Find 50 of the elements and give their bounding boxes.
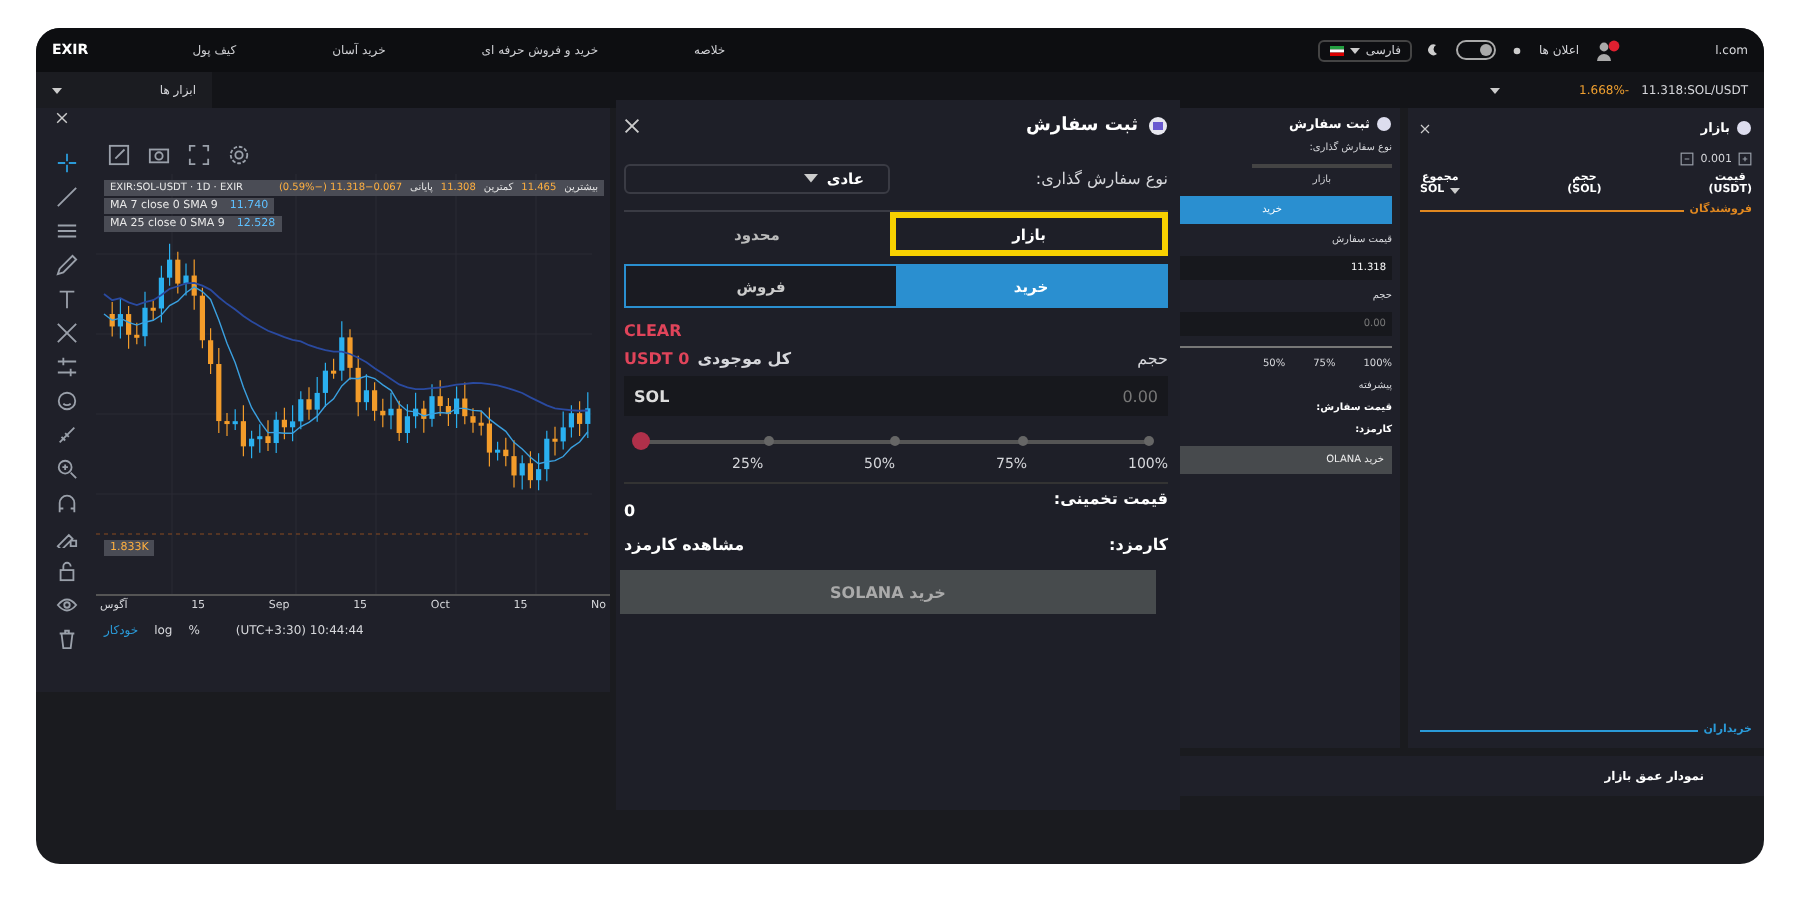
field-label: نوع سفارش گذاری:: [1035, 170, 1168, 188]
slider-thumb[interactable]: [632, 432, 650, 450]
minus-icon[interactable]: [1680, 152, 1695, 166]
lock-icon[interactable]: [55, 560, 77, 582]
eye-icon[interactable]: [55, 594, 77, 616]
plus-icon[interactable]: [1738, 152, 1752, 166]
caret-icon[interactable]: [1450, 187, 1461, 193]
coin-icon: [1736, 120, 1752, 136]
view-fee-link[interactable]: مشاهده کارمزد: [624, 536, 745, 554]
clear-button[interactable]: CLEAR: [624, 322, 682, 340]
user-icon[interactable]: [1595, 39, 1620, 61]
balance-value: USDT 0: [624, 350, 690, 368]
flag-icon: [1329, 45, 1344, 55]
settings-icon[interactable]: [228, 144, 250, 166]
close-icon[interactable]: [624, 118, 640, 134]
camera-icon[interactable]: [148, 144, 170, 166]
unit-label: SOL: [634, 387, 670, 405]
lines-icon[interactable]: [55, 220, 77, 242]
sliders-icon[interactable]: [55, 356, 77, 378]
close-icon[interactable]: [56, 112, 68, 124]
coin-icon: [1148, 116, 1168, 136]
fullscreen-icon[interactable]: [188, 144, 210, 166]
caret-icon[interactable]: [1349, 47, 1360, 53]
dialog-title: ثبت سفارش: [1025, 116, 1138, 136]
balance-label: کل موجودی: [697, 350, 791, 368]
magnet-icon[interactable]: [55, 492, 77, 514]
fee-label: کارمزد:: [1109, 536, 1168, 554]
trash-icon[interactable]: [55, 628, 77, 650]
close-icon[interactable]: [1420, 123, 1430, 133]
field-label: حجم: [1137, 350, 1168, 368]
amount-input[interactable]: 0.00: [1038, 387, 1158, 405]
caret-icon[interactable]: [52, 87, 62, 93]
caret-icon[interactable]: [1489, 87, 1500, 93]
moon-icon: [1428, 44, 1441, 56]
line-tool-icon[interactable]: [55, 186, 77, 208]
zoom-icon[interactable]: [55, 458, 77, 480]
estimate-label: قیمت تخمینی:: [1053, 490, 1168, 512]
theme-toggle[interactable]: [1456, 40, 1497, 60]
amount-field[interactable]: SOL 0.00: [624, 376, 1168, 416]
smiley-icon[interactable]: [55, 390, 77, 412]
coin-icon: [1376, 116, 1392, 132]
crosshair-icon[interactable]: [55, 152, 77, 174]
sun-icon: [1512, 45, 1523, 55]
estimate-value: 0: [624, 502, 636, 520]
pattern-icon[interactable]: [55, 322, 77, 344]
edit-icon[interactable]: [108, 144, 130, 166]
text-tool-icon[interactable]: [55, 288, 77, 310]
ruler-icon[interactable]: [55, 424, 77, 446]
brush-icon[interactable]: [55, 254, 77, 276]
caret-icon[interactable]: [804, 174, 819, 184]
